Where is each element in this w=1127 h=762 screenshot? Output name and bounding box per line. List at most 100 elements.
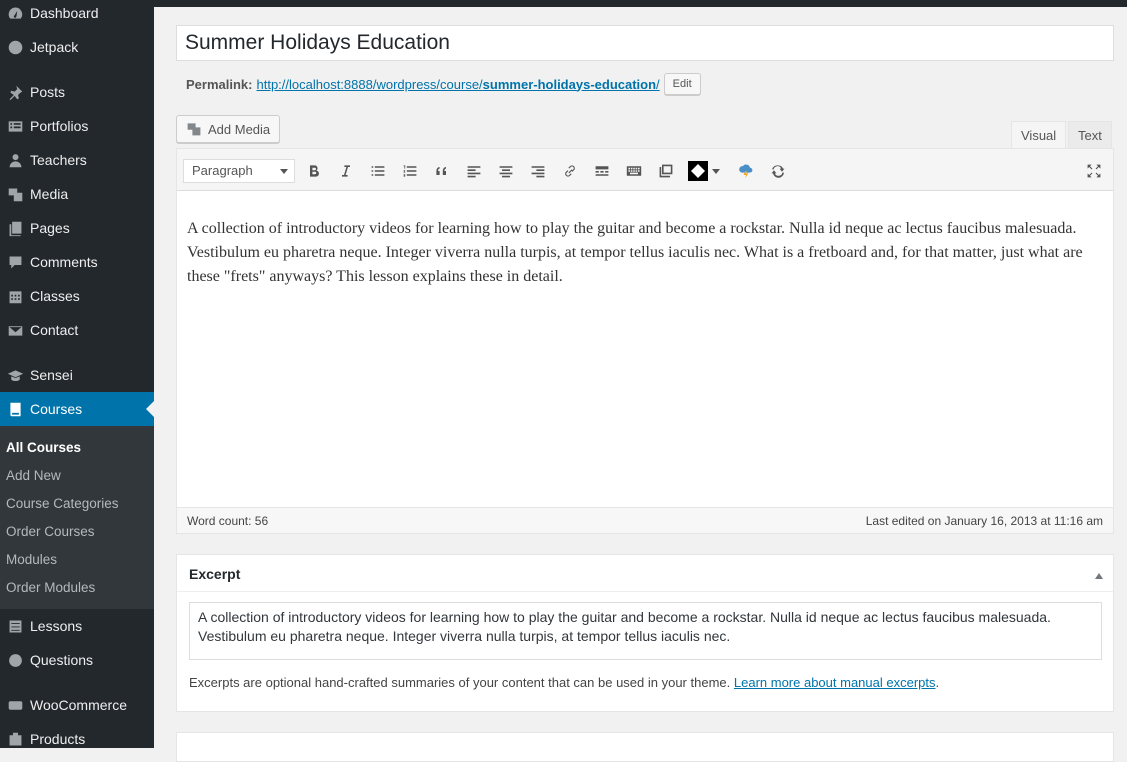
media-icon: [187, 123, 201, 136]
excerpt-textarea[interactable]: A collection of introductory videos for …: [189, 602, 1102, 660]
keyboard-icon: [626, 166, 642, 176]
menu-label: Lessons: [30, 618, 83, 634]
submenu-item-add-new[interactable]: Add New: [6, 468, 61, 483]
align-right-icon: [531, 166, 545, 178]
link-icon: [565, 165, 575, 177]
menu-item-posts[interactable]: Posts: [0, 75, 154, 109]
italic-button[interactable]: [334, 159, 358, 183]
submenu-item-course-categories[interactable]: Course Categories: [6, 496, 119, 511]
submenu-item-all-courses[interactable]: All Courses: [6, 440, 81, 455]
excerpt-learn-more-link[interactable]: Learn more about manual excerpts: [734, 675, 936, 690]
excerpt-box: Excerpt A collection of introductory vid…: [176, 554, 1114, 712]
permalink-row: Permalink: http://localhost:8888/wordpre…: [186, 73, 701, 95]
menu-item-teachers[interactable]: Teachers: [0, 143, 154, 177]
numbered-list-icon: [403, 165, 417, 177]
bold-button[interactable]: [302, 159, 326, 183]
menu-item-dashboard[interactable]: Dashboard: [0, 0, 154, 30]
menu-item-products[interactable]: Products: [0, 722, 154, 756]
gallery-icon: [659, 164, 673, 178]
menu-label: Jetpack: [30, 39, 79, 55]
format-select[interactable]: Paragraph: [183, 159, 295, 183]
blockquote-button[interactable]: [430, 159, 454, 183]
align-left-button[interactable]: [462, 159, 486, 183]
menu-label: Classes: [30, 288, 80, 304]
read-more-button[interactable]: [590, 159, 614, 183]
excerpt-header[interactable]: Excerpt: [177, 555, 1113, 592]
menu-item-sensei[interactable]: Sensei: [0, 358, 154, 392]
menu-label: Media: [30, 186, 69, 202]
submenu-item-order-courses[interactable]: Order Courses: [6, 524, 95, 539]
graduation-cap-icon: [0, 367, 30, 384]
pin-icon: [0, 84, 30, 101]
editor-toolbar: Paragraph: [177, 149, 1113, 191]
menu-label: WooCommerce: [30, 697, 127, 713]
permalink-link[interactable]: http://localhost:8888/wordpress/course/s…: [256, 77, 659, 92]
admin-bar: [154, 0, 1127, 7]
mail-icon: [0, 322, 30, 339]
menu-label: Portfolios: [30, 118, 89, 134]
align-center-button[interactable]: [494, 159, 518, 183]
tab-text[interactable]: Text: [1068, 121, 1112, 149]
align-right-button[interactable]: [526, 159, 550, 183]
excerpt-help-end: .: [935, 675, 940, 690]
insert-link-button[interactable]: [558, 159, 582, 183]
menu-label: Sensei: [30, 367, 73, 383]
submenu-item-order-modules[interactable]: Order Modules: [6, 580, 95, 595]
align-left-icon: [467, 166, 481, 178]
toolbar-toggle-button[interactable]: [622, 159, 646, 183]
numbered-list-button[interactable]: [398, 159, 422, 183]
last-edited: Last edited on January 16, 2013 at 11:16…: [865, 514, 1103, 528]
collapse-arrow-icon[interactable]: [1095, 569, 1103, 579]
edit-permalink-button[interactable]: Edit: [663, 73, 701, 95]
read-more-icon: [595, 166, 609, 176]
gallery-button[interactable]: [654, 159, 678, 183]
bullet-list-icon: [371, 166, 385, 176]
menu-item-lessons[interactable]: Lessons: [0, 609, 154, 643]
refresh-icon: [771, 165, 785, 178]
menu-item-pages[interactable]: Pages: [0, 211, 154, 245]
dashboard-icon: [0, 5, 30, 22]
post-title-input[interactable]: Summer Holidays Education: [176, 25, 1114, 61]
menu-item-contact[interactable]: Contact: [0, 313, 154, 347]
distraction-free-button[interactable]: [1082, 159, 1106, 183]
excerpt-title: Excerpt: [189, 566, 241, 582]
permalink-base: http://localhost:8888/wordpress/course/: [256, 76, 483, 92]
word-count: Word count: 56: [187, 514, 269, 528]
admin-sidebar: Dashboard Jetpack Posts Portfolios Teach…: [0, 0, 154, 748]
editor-content[interactable]: A collection of introductory videos for …: [187, 217, 1107, 289]
menu-item-woocommerce[interactable]: WooCommerce: [0, 688, 154, 722]
permalink-tail: /: [656, 76, 660, 92]
menu-item-portfolios[interactable]: Portfolios: [0, 109, 154, 143]
menu-label: Pages: [30, 220, 70, 236]
tab-visual[interactable]: Visual: [1011, 121, 1067, 149]
menu-label: Courses: [30, 401, 83, 417]
add-media-label: Add Media: [208, 121, 271, 137]
users-icon: [0, 152, 30, 169]
menu-item-questions[interactable]: Questions: [0, 643, 154, 677]
weather-plugin-button[interactable]: [734, 159, 758, 183]
menu-item-courses[interactable]: Courses: [0, 392, 154, 426]
permalink-slug: summer-holidays-education: [482, 76, 657, 92]
woo-icon: [0, 697, 30, 714]
editor-status-bar: Word count: 56 Last edited on January 16…: [177, 507, 1113, 533]
menu-item-media[interactable]: Media: [0, 177, 154, 211]
refresh-button[interactable]: [766, 159, 790, 183]
menu-label: Posts: [30, 84, 66, 100]
products-icon: [0, 731, 30, 748]
shortcode-dropdown-button[interactable]: [686, 159, 722, 183]
align-center-icon: [499, 166, 513, 178]
menu-label: Dashboard: [30, 5, 99, 21]
menu-item-comments[interactable]: Comments: [0, 245, 154, 279]
permalink-label: Permalink:: [186, 76, 253, 92]
submenu-item-modules[interactable]: Modules: [6, 552, 57, 567]
comment-icon: [0, 254, 30, 271]
menu-item-jetpack[interactable]: Jetpack: [0, 30, 154, 64]
menu-label: Comments: [30, 254, 98, 270]
menu-item-classes[interactable]: Classes: [0, 279, 154, 313]
add-media-button[interactable]: Add Media: [176, 115, 281, 143]
bullet-list-button[interactable]: [366, 159, 390, 183]
calendar-icon: [0, 288, 30, 305]
italic-icon: [342, 165, 350, 177]
fullscreen-icon: [1087, 164, 1101, 178]
excerpt-help: Excerpts are optional hand-crafted summa…: [189, 675, 939, 690]
